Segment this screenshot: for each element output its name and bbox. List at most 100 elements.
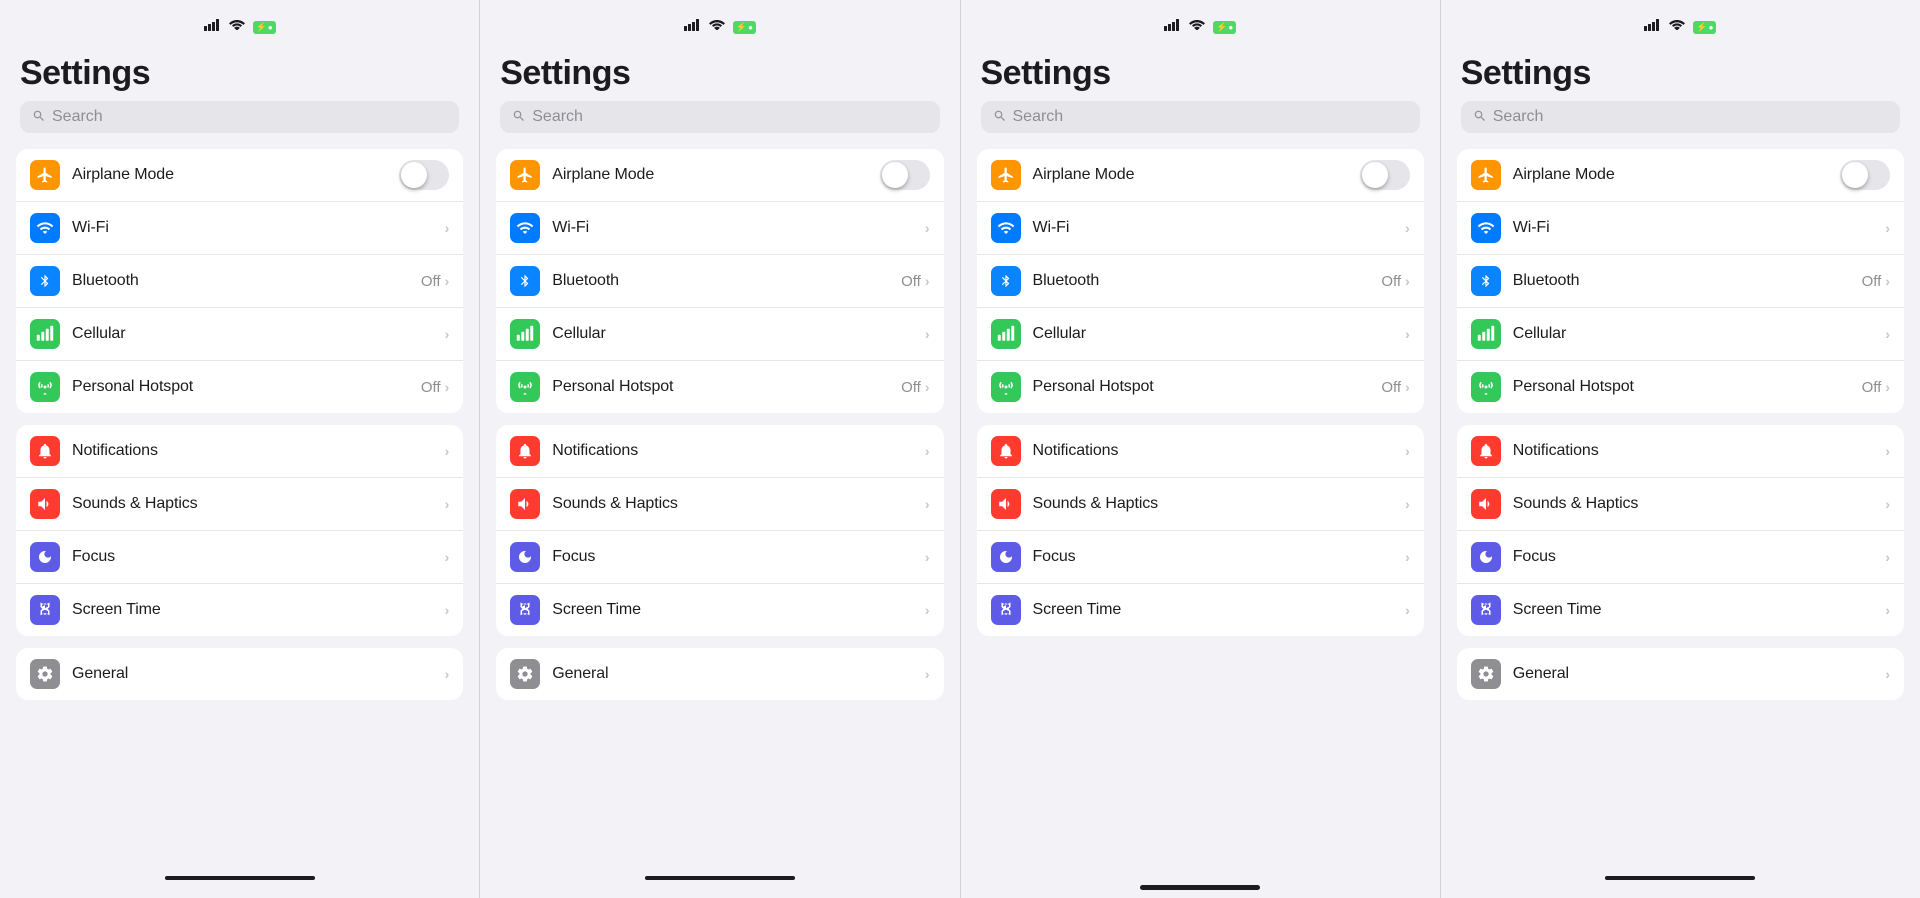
chevron-right-icon: ›	[925, 549, 930, 565]
sounds-label: Sounds & Haptics	[552, 495, 925, 513]
chevron-right-icon: ›	[1885, 666, 1890, 682]
settings-row-screentime[interactable]: Screen Time›	[496, 584, 943, 636]
sounds-label: Sounds & Haptics	[72, 495, 445, 513]
settings-row-wifi[interactable]: Wi-Fi›	[1457, 202, 1904, 255]
battery-icon: ⚡ ●	[1693, 17, 1716, 35]
settings-row-airplane[interactable]: Airplane Mode	[977, 149, 1424, 202]
airplane-label: Airplane Mode	[1513, 166, 1840, 184]
settings-group-general: General›	[496, 648, 943, 700]
settings-row-sounds[interactable]: Sounds & Haptics›	[496, 478, 943, 531]
airplane-mode-toggle[interactable]	[880, 160, 930, 190]
settings-row-wifi[interactable]: Wi-Fi›	[496, 202, 943, 255]
airplane-label: Airplane Mode	[552, 166, 879, 184]
focus-icon	[1471, 542, 1501, 572]
settings-row-hotspot[interactable]: Personal HotspotOff›	[1457, 361, 1904, 413]
screentime-label: Screen Time	[1033, 601, 1406, 619]
search-placeholder: Search	[1493, 108, 1544, 126]
chevron-right-icon: ›	[1405, 549, 1410, 565]
chevron-right-icon: ›	[925, 220, 930, 236]
focus-label: Focus	[1033, 548, 1406, 566]
focus-label: Focus	[1513, 548, 1886, 566]
airplane-mode-toggle[interactable]	[399, 160, 449, 190]
hotspot-label: Personal Hotspot	[552, 378, 901, 396]
chevron-right-icon: ›	[1885, 273, 1890, 289]
focus-icon	[510, 542, 540, 572]
cellular-label: Cellular	[552, 325, 925, 343]
chevron-right-icon: ›	[1885, 549, 1890, 565]
settings-row-notifications[interactable]: Notifications›	[496, 425, 943, 478]
settings-row-airplane[interactable]: Airplane Mode	[1457, 149, 1904, 202]
screentime-label: Screen Time	[1513, 601, 1886, 619]
bluetooth-icon	[1471, 266, 1501, 296]
hotspot-value: Off	[1862, 379, 1882, 396]
airplane-mode-toggle[interactable]	[1360, 160, 1410, 190]
chevron-right-icon: ›	[445, 496, 450, 512]
chevron-right-icon: ›	[1405, 496, 1410, 512]
wifi-icon	[1471, 213, 1501, 243]
airplane-mode-toggle[interactable]	[1840, 160, 1890, 190]
settings-row-focus[interactable]: Focus›	[16, 531, 463, 584]
settings-row-focus[interactable]: Focus›	[1457, 531, 1904, 584]
page-title: Settings	[961, 44, 1440, 101]
chevron-right-icon: ›	[925, 326, 930, 342]
wifi-status-icon	[709, 17, 725, 35]
settings-row-bluetooth[interactable]: BluetoothOff›	[16, 255, 463, 308]
settings-row-cellular[interactable]: Cellular›	[977, 308, 1424, 361]
bluetooth-value: Off	[901, 273, 921, 290]
settings-row-hotspot[interactable]: Personal HotspotOff›	[496, 361, 943, 413]
hotspot-value: Off	[1381, 379, 1401, 396]
general-icon	[30, 659, 60, 689]
settings-row-focus[interactable]: Focus›	[977, 531, 1424, 584]
settings-row-notifications[interactable]: Notifications›	[16, 425, 463, 478]
sounds-label: Sounds & Haptics	[1513, 495, 1886, 513]
settings-row-screentime[interactable]: Screen Time›	[1457, 584, 1904, 636]
search-bar[interactable]: Search	[20, 101, 459, 133]
search-bar[interactable]: Search	[981, 101, 1420, 133]
settings-row-airplane[interactable]: Airplane Mode	[16, 149, 463, 202]
bluetooth-value: Off	[421, 273, 441, 290]
settings-row-sounds[interactable]: Sounds & Haptics›	[16, 478, 463, 531]
chevron-right-icon: ›	[1405, 273, 1410, 289]
settings-row-wifi[interactable]: Wi-Fi›	[977, 202, 1424, 255]
hotspot-icon	[30, 372, 60, 402]
settings-row-screentime[interactable]: Screen Time›	[16, 584, 463, 636]
general-icon	[1471, 659, 1501, 689]
signal-icon	[204, 19, 221, 34]
chevron-right-icon: ›	[1405, 326, 1410, 342]
settings-row-notifications[interactable]: Notifications›	[977, 425, 1424, 478]
battery-icon: ⚡ ●	[1213, 17, 1236, 35]
settings-row-bluetooth[interactable]: BluetoothOff›	[1457, 255, 1904, 308]
cellular-label: Cellular	[72, 325, 445, 343]
settings-row-cellular[interactable]: Cellular›	[16, 308, 463, 361]
settings-row-cellular[interactable]: Cellular›	[1457, 308, 1904, 361]
settings-row-notifications[interactable]: Notifications›	[1457, 425, 1904, 478]
sounds-icon	[510, 489, 540, 519]
settings-row-hotspot[interactable]: Personal HotspotOff›	[977, 361, 1424, 413]
chevron-right-icon: ›	[1405, 443, 1410, 459]
settings-row-wifi[interactable]: Wi-Fi›	[16, 202, 463, 255]
settings-row-bluetooth[interactable]: BluetoothOff›	[977, 255, 1424, 308]
settings-row-general[interactable]: General›	[16, 648, 463, 700]
settings-row-sounds[interactable]: Sounds & Haptics›	[977, 478, 1424, 531]
signal-icon	[684, 19, 701, 34]
settings-row-bluetooth[interactable]: BluetoothOff›	[496, 255, 943, 308]
settings-row-airplane[interactable]: Airplane Mode	[496, 149, 943, 202]
settings-row-hotspot[interactable]: Personal HotspotOff›	[16, 361, 463, 413]
settings-row-sounds[interactable]: Sounds & Haptics›	[1457, 478, 1904, 531]
general-label: General	[552, 665, 925, 683]
screen-4: ⚡ ● Settings Search Airplane ModeWi-Fi›B…	[1441, 0, 1920, 898]
chevron-right-icon: ›	[1885, 443, 1890, 459]
search-bar[interactable]: Search	[500, 101, 939, 133]
settings-row-general[interactable]: General›	[1457, 648, 1904, 700]
settings-row-focus[interactable]: Focus›	[496, 531, 943, 584]
focus-label: Focus	[552, 548, 925, 566]
settings-row-cellular[interactable]: Cellular›	[496, 308, 943, 361]
cellular-label: Cellular	[1513, 325, 1886, 343]
chevron-right-icon: ›	[925, 496, 930, 512]
wifi-label: Wi-Fi	[552, 219, 925, 237]
settings-row-general[interactable]: General›	[496, 648, 943, 700]
screentime-icon	[510, 595, 540, 625]
search-bar[interactable]: Search	[1461, 101, 1900, 133]
sounds-icon	[991, 489, 1021, 519]
settings-row-screentime[interactable]: Screen Time›	[977, 584, 1424, 636]
